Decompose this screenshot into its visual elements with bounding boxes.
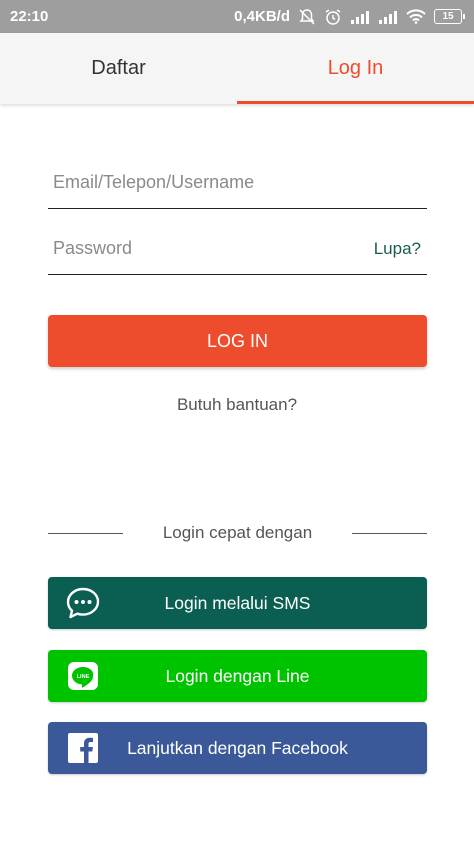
tab-login[interactable]: Log In xyxy=(237,33,474,104)
password-input[interactable] xyxy=(48,223,374,274)
signal-icon xyxy=(350,10,370,24)
tab-daftar[interactable]: Daftar xyxy=(0,33,237,104)
status-time: 22:10 xyxy=(10,8,49,25)
password-field-container: Lupa? xyxy=(48,223,427,275)
username-input[interactable] xyxy=(48,157,427,208)
signal-icon-2 xyxy=(378,10,398,24)
divider-line-right xyxy=(352,532,427,534)
login-button[interactable]: LOG IN xyxy=(48,315,427,367)
line-login-button[interactable]: LINE Login dengan Line xyxy=(48,650,427,702)
status-indicators: 0,4KB/d 15 xyxy=(234,8,465,26)
sms-login-label: Login melalui SMS xyxy=(164,592,311,613)
status-bar: 22:10 0,4KB/d 15 xyxy=(0,0,474,33)
facebook-logo-icon xyxy=(48,722,118,774)
line-logo-text: LINE xyxy=(77,674,90,680)
username-field-container xyxy=(48,157,427,209)
help-link[interactable]: Butuh bantuan? xyxy=(0,395,474,415)
sms-login-button[interactable]: Login melalui SMS xyxy=(48,577,427,629)
chat-bubble-icon xyxy=(48,577,118,629)
line-login-label: Login dengan Line xyxy=(165,665,310,686)
battery-indicator: 15 xyxy=(434,9,465,24)
line-logo-icon: LINE xyxy=(48,650,118,702)
auth-tabs: Daftar Log In xyxy=(0,33,474,104)
divider-text: Login cepat dengan xyxy=(162,523,313,542)
wifi-icon xyxy=(406,9,426,24)
forgot-password-link[interactable]: Lupa? xyxy=(374,239,421,259)
divider-line-left xyxy=(48,532,123,534)
quick-login-divider: Login cepat dengan xyxy=(48,521,427,545)
network-speed: 0,4KB/d xyxy=(234,8,290,25)
notifications-off-icon xyxy=(298,8,316,26)
alarm-icon xyxy=(324,8,342,26)
facebook-login-button[interactable]: Lanjutkan dengan Facebook xyxy=(48,722,427,774)
facebook-login-label: Lanjutkan dengan Facebook xyxy=(127,737,348,758)
